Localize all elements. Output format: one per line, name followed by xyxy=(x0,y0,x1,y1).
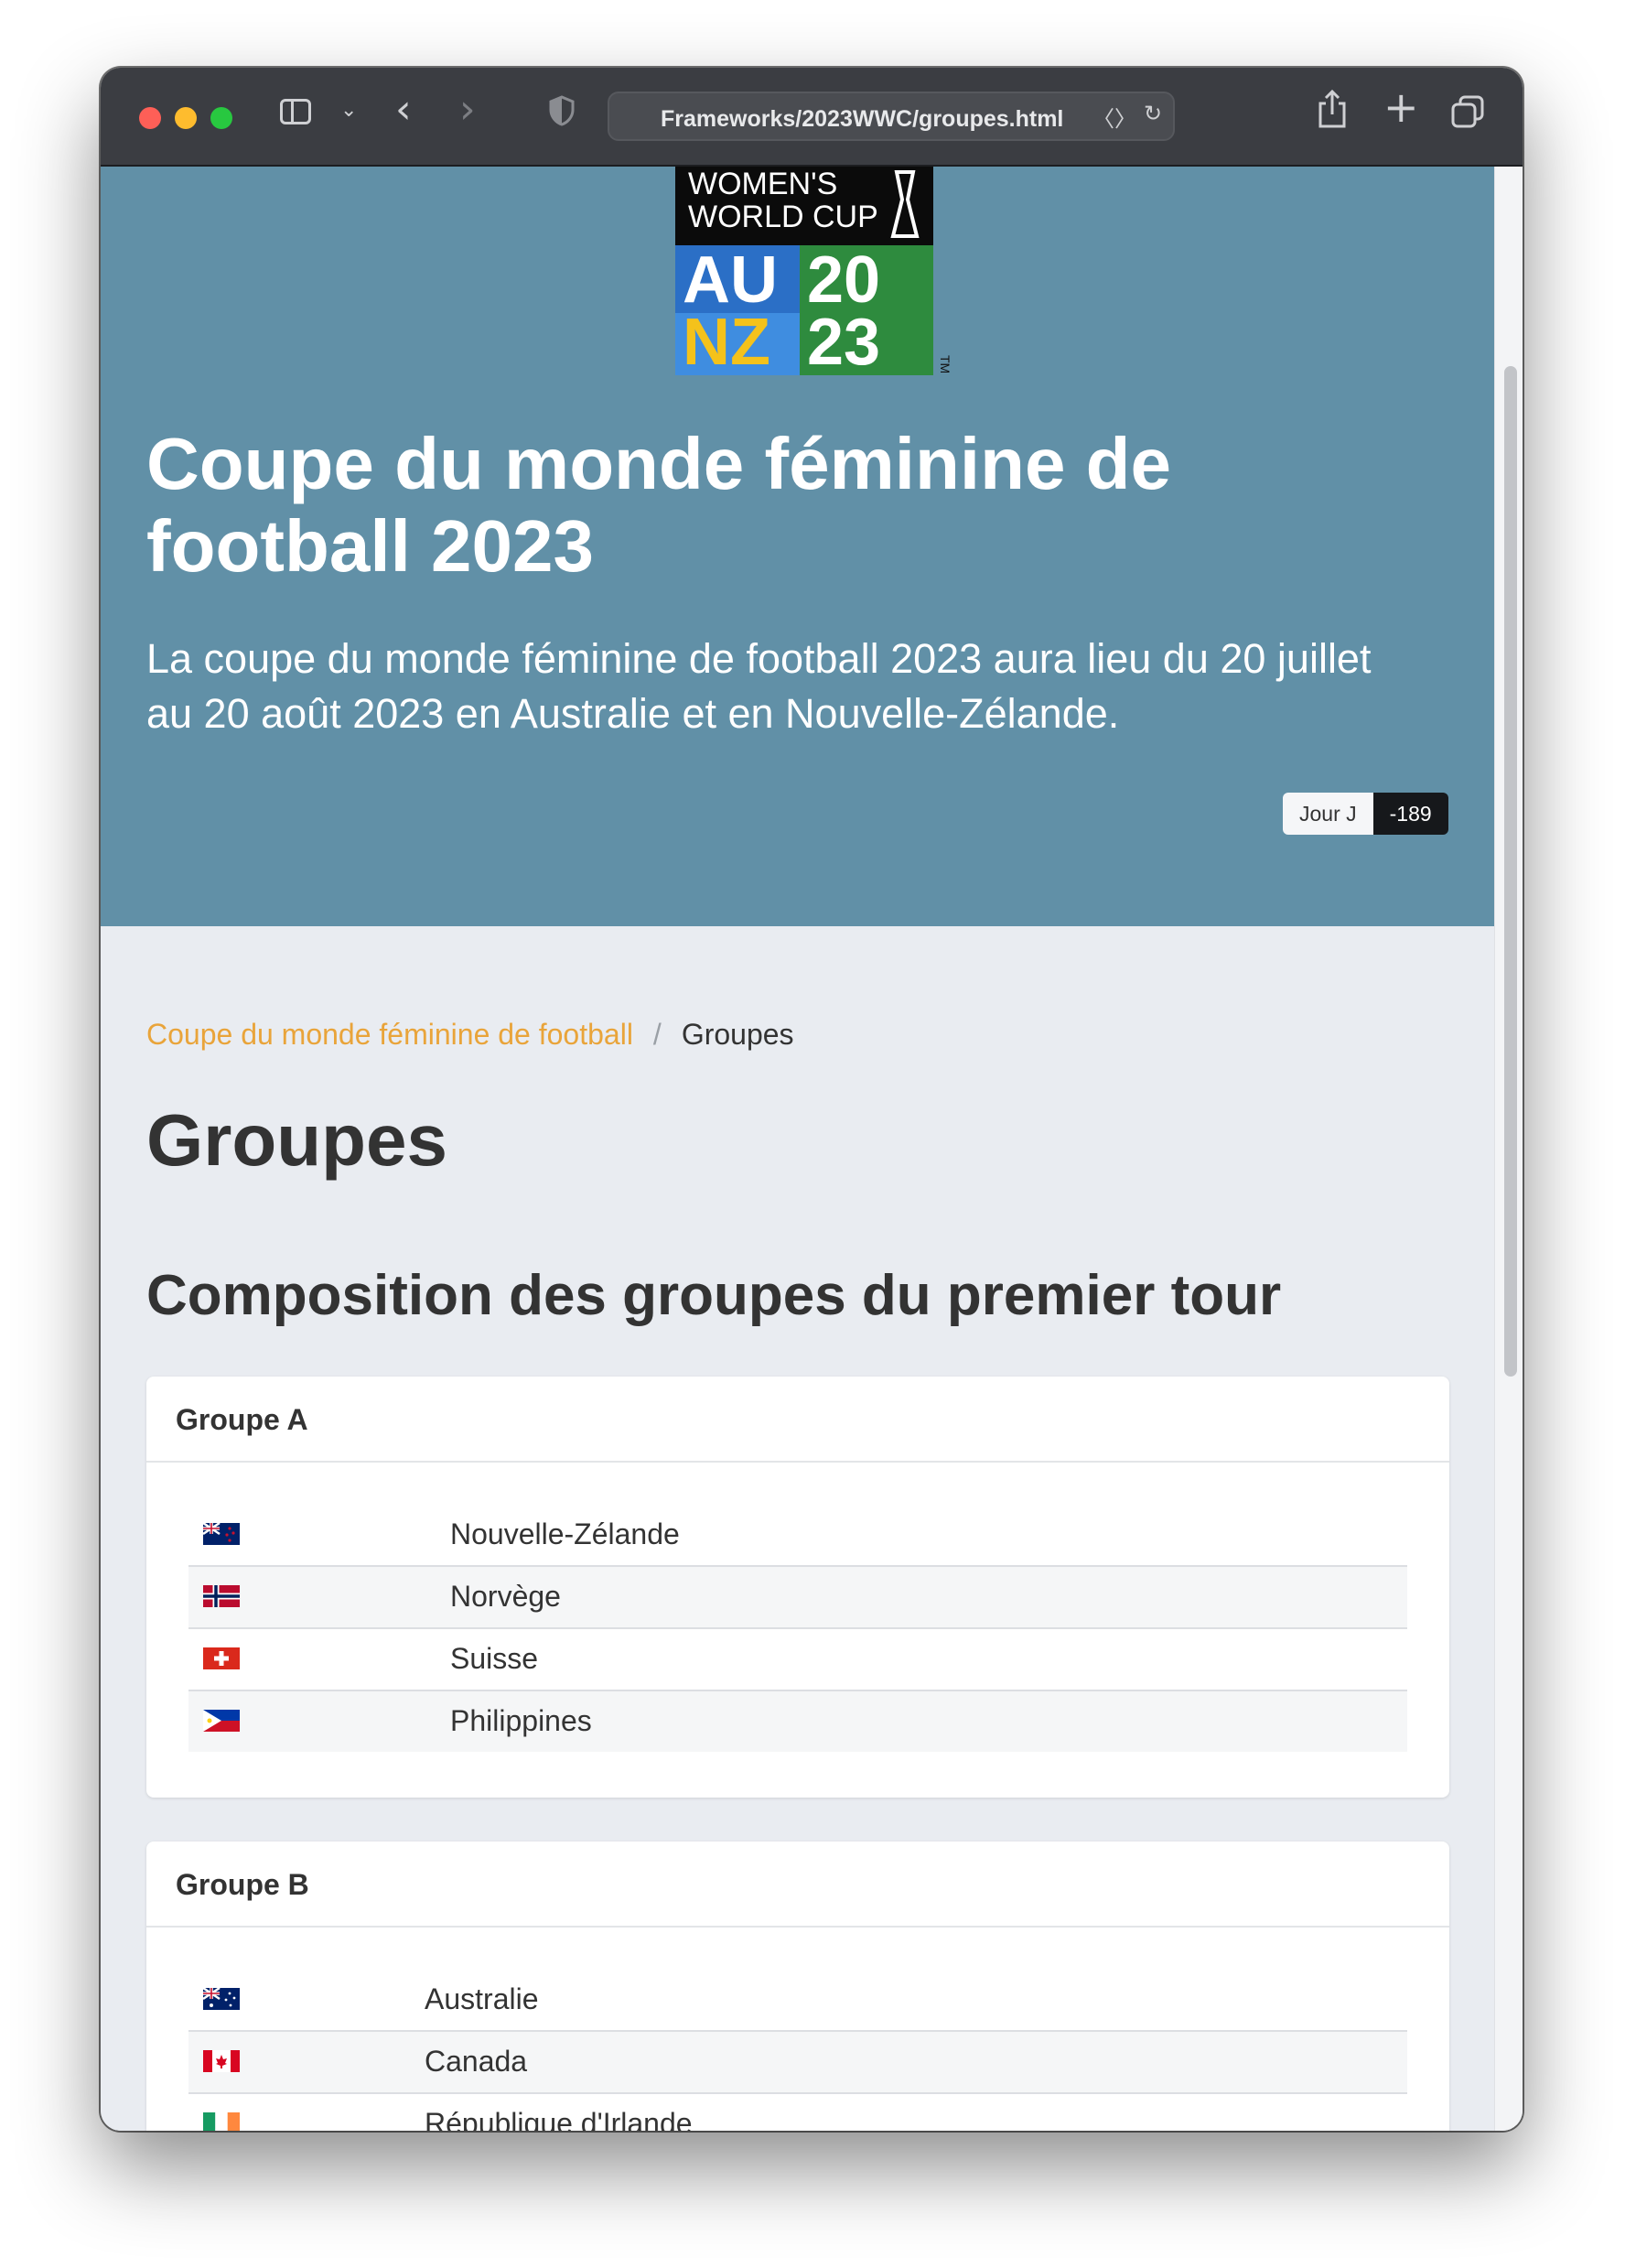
page-title: Groupes xyxy=(146,1099,447,1181)
page-viewport: WOMEN'S WORLD CUP AU NZ 20 23 TM Coupe d… xyxy=(101,167,1523,2131)
countdown-badge: Jour J -189 xyxy=(1283,793,1448,835)
breadcrumb: Coupe du monde féminine de football / Grou… xyxy=(146,1018,794,1052)
team-row: Australie xyxy=(188,1970,1407,2032)
team-row: Canada xyxy=(188,2032,1407,2094)
team-name: Australie xyxy=(425,1982,539,2015)
breadcrumb-separator: / xyxy=(652,1018,662,1051)
vertical-scrollbar[interactable] xyxy=(1494,167,1523,2131)
hero-banner: WOMEN'S WORLD CUP AU NZ 20 23 TM Coupe d… xyxy=(101,167,1495,926)
browser-window: ⌄ ‹ › Frameworks/2023WWC/groupes.html 〈〉… xyxy=(101,68,1523,2131)
team-row: Norvège xyxy=(188,1567,1407,1629)
logo-nz: NZ xyxy=(683,306,770,375)
norway-flag-icon xyxy=(203,1585,240,1607)
countdown-label: Jour J xyxy=(1283,793,1373,835)
chevron-down-icon[interactable]: ⌄ xyxy=(340,99,357,122)
switzerland-flag-icon xyxy=(203,1647,240,1669)
hero-title: Coupe du monde féminine de football 2023 xyxy=(146,423,1172,587)
new-zealand-flag-icon xyxy=(203,1523,240,1545)
logo-line2: WORLD CUP xyxy=(688,200,878,234)
team-name: Philippines xyxy=(450,1704,592,1737)
minimize-window-button[interactable] xyxy=(175,107,197,129)
group-card-a: Groupe A Nouvelle-Zélande Norvège Suisse… xyxy=(146,1377,1449,1798)
team-row: Suisse xyxy=(188,1629,1407,1691)
reload-icon[interactable]: ↻ xyxy=(1144,101,1162,126)
group-card-b: Groupe B Australie Canada République d'I… xyxy=(146,1841,1449,2131)
team-row: Philippines xyxy=(188,1691,1407,1752)
browser-toolbar: ⌄ ‹ › Frameworks/2023WWC/groupes.html 〈〉… xyxy=(101,68,1523,167)
sidebar-toggle-icon[interactable] xyxy=(280,99,311,124)
countdown-value: -189 xyxy=(1372,793,1448,835)
address-bar[interactable]: Frameworks/2023WWC/groupes.html xyxy=(608,92,1175,141)
group-b-team-table: Australie Canada République d'Irlande xyxy=(188,1970,1407,2131)
breadcrumb-home-link[interactable]: Coupe du monde féminine de football xyxy=(146,1018,633,1051)
translate-icon[interactable]: 〈〉 xyxy=(1092,101,1136,133)
share-icon[interactable] xyxy=(1318,90,1347,128)
group-b-header: Groupe B xyxy=(146,1841,1449,1928)
group-a-team-table: Nouvelle-Zélande Norvège Suisse Philippi… xyxy=(188,1505,1407,1752)
url-text: Frameworks/2023WWC/groupes.html xyxy=(661,106,1064,132)
team-name: Suisse xyxy=(450,1642,539,1675)
team-row: République d'Irlande xyxy=(188,2094,1407,2131)
team-name: Nouvelle-Zélande xyxy=(450,1517,680,1550)
logo-year-bottom: 23 xyxy=(807,306,880,375)
section-title: Composition des groupes du premier tour xyxy=(146,1264,1282,1327)
tab-overview-icon[interactable] xyxy=(1451,95,1484,128)
new-tab-icon[interactable]: + xyxy=(1383,86,1419,128)
breadcrumb-current: Groupes xyxy=(681,1018,794,1051)
canada-flag-icon xyxy=(203,2050,240,2072)
australia-flag-icon xyxy=(203,1988,240,2010)
wwc-2023-logo: WOMEN'S WORLD CUP AU NZ 20 23 TM xyxy=(675,167,952,375)
team-name: République d'Irlande xyxy=(425,2107,693,2131)
team-name: Norvège xyxy=(450,1580,561,1613)
close-window-button[interactable] xyxy=(139,107,161,129)
scrollbar-thumb[interactable] xyxy=(1504,366,1517,1377)
logo-tm: TM xyxy=(938,355,952,373)
group-a-header: Groupe A xyxy=(146,1377,1449,1463)
logo-line1: WOMEN'S xyxy=(688,167,837,201)
privacy-shield-icon[interactable] xyxy=(549,95,575,126)
zoom-window-button[interactable] xyxy=(210,107,232,129)
team-name: Canada xyxy=(425,2045,528,2078)
forward-arrow-icon[interactable]: › xyxy=(459,90,476,130)
back-arrow-icon[interactable]: ‹ xyxy=(395,90,412,130)
hero-lead: La coupe du monde féminine de football 2… xyxy=(146,635,1372,737)
philippines-flag-icon xyxy=(203,1710,240,1732)
ireland-flag-icon xyxy=(203,2112,240,2131)
team-row: Nouvelle-Zélande xyxy=(188,1505,1407,1567)
